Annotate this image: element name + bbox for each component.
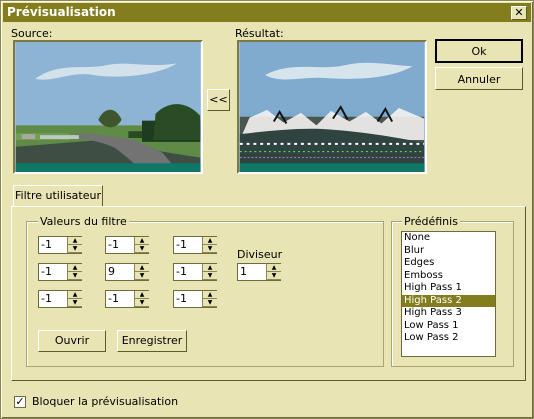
list-item-blur[interactable]: Blur (402, 245, 495, 258)
filter-value-field[interactable]: -1 ▲ ▼ (38, 290, 82, 308)
spin-arrows[interactable]: ▲ ▼ (134, 264, 149, 280)
spin-arrows[interactable]: ▲ ▼ (134, 291, 149, 307)
spin-arrows[interactable]: ▲ ▼ (67, 264, 82, 280)
source-label: Source: (11, 27, 53, 40)
down-arrow-icon[interactable]: ▼ (203, 245, 217, 253)
list-item-high-pass-3[interactable]: High Pass 3 (402, 307, 495, 320)
result-label: Résultat: (235, 27, 284, 40)
lock-preview-checkbox[interactable]: ✓ (14, 396, 26, 408)
down-arrow-icon[interactable]: ▼ (68, 245, 82, 253)
up-arrow-icon[interactable]: ▲ (135, 237, 149, 245)
down-arrow-icon[interactable]: ▼ (68, 299, 82, 307)
divisor-spin-arrows[interactable]: ▲ ▼ (266, 264, 281, 280)
divisor-label: Diviseur (237, 248, 283, 261)
filter-value-field[interactable]: 9 ▲ ▼ (105, 263, 149, 281)
filter-value-field[interactable]: -1 ▲ ▼ (173, 290, 217, 308)
copy-source-button[interactable]: << (207, 89, 230, 111)
filter-value-field[interactable]: -1 ▲ ▼ (38, 236, 82, 254)
lock-preview-label: Bloquer la prévisualisation (32, 395, 179, 408)
presets-title: Prédéfinis (402, 215, 460, 228)
tab-filtre-utilisateur[interactable]: Filtre utilisateur (13, 185, 103, 207)
presets-list[interactable]: None Blur Edges Emboss High Pass 1 High … (401, 231, 496, 357)
result-filtered-image (239, 42, 425, 172)
source-preview-image (13, 40, 203, 174)
down-arrow-icon[interactable]: ▼ (135, 245, 149, 253)
list-item-none[interactable]: None (402, 232, 495, 245)
ok-button[interactable]: Ok (435, 39, 523, 63)
list-item-low-pass-1[interactable]: Low Pass 1 (402, 320, 495, 333)
up-arrow-icon[interactable]: ▲ (203, 237, 217, 245)
filter-value-field[interactable]: -1 ▲ ▼ (173, 236, 217, 254)
spin-arrows[interactable]: ▲ ▼ (67, 291, 82, 307)
up-arrow-icon[interactable]: ▲ (68, 264, 82, 272)
down-arrow-icon[interactable]: ▼ (203, 299, 217, 307)
up-arrow-icon[interactable]: ▲ (135, 264, 149, 272)
source-landscape-image (15, 42, 201, 172)
up-arrow-icon[interactable]: ▲ (68, 237, 82, 245)
spin-arrows[interactable]: ▲ ▼ (202, 237, 217, 253)
up-arrow-icon[interactable]: ▲ (68, 291, 82, 299)
filter-values-title: Valeurs du filtre (38, 215, 129, 228)
filter-value-field[interactable]: -1 ▲ ▼ (105, 236, 149, 254)
result-preview-image (237, 40, 427, 174)
up-arrow-icon[interactable]: ▲ (203, 264, 217, 272)
list-item-high-pass-2[interactable]: High Pass 2 (402, 294, 495, 307)
spin-arrows[interactable]: ▲ ▼ (202, 291, 217, 307)
filter-value-field[interactable]: -1 ▲ ▼ (38, 263, 82, 281)
spin-arrows[interactable]: ▲ ▼ (202, 264, 217, 280)
filter-value-field[interactable]: -1 ▲ ▼ (173, 263, 217, 281)
down-arrow-icon[interactable]: ▼ (68, 272, 82, 280)
list-item-high-pass-1[interactable]: High Pass 1 (402, 282, 495, 295)
down-arrow-icon[interactable]: ▼ (203, 272, 217, 280)
filter-value-field[interactable]: -1 ▲ ▼ (105, 290, 149, 308)
open-button[interactable]: Ouvrir (38, 330, 106, 352)
spin-arrows[interactable]: ▲ ▼ (67, 237, 82, 253)
spin-arrows[interactable]: ▲ ▼ (134, 237, 149, 253)
divisor-field[interactable]: 1 ▲ ▼ (237, 263, 281, 281)
up-arrow-icon[interactable]: ▲ (135, 291, 149, 299)
down-arrow-icon[interactable]: ▼ (135, 272, 149, 280)
list-item-low-pass-2[interactable]: Low Pass 2 (402, 332, 495, 345)
window-title: Prévisualisation (7, 5, 116, 19)
title-bar: Prévisualisation ✕ (3, 3, 531, 22)
preview-dialog: Prévisualisation ✕ Source: Résultat: << (0, 0, 534, 419)
up-arrow-icon[interactable]: ▲ (203, 291, 217, 299)
close-button[interactable]: ✕ (511, 6, 527, 20)
up-arrow-icon[interactable]: ▲ (267, 264, 281, 272)
down-arrow-icon[interactable]: ▼ (135, 299, 149, 307)
save-button[interactable]: Enregistrer (117, 330, 187, 352)
list-item-emboss[interactable]: Emboss (402, 270, 495, 283)
down-arrow-icon[interactable]: ▼ (267, 272, 281, 280)
list-item-edges[interactable]: Edges (402, 257, 495, 270)
cancel-button[interactable]: Annuler (435, 67, 523, 90)
